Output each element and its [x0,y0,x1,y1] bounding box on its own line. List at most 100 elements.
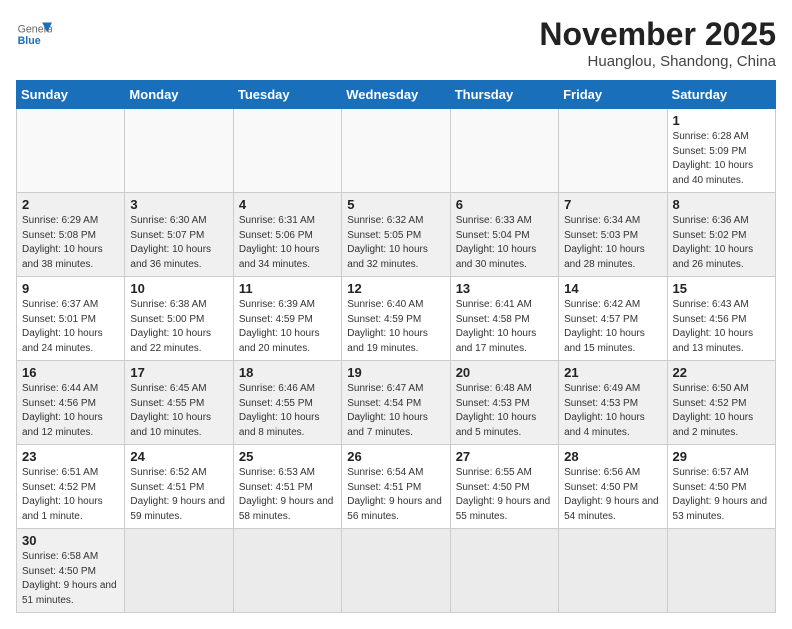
calendar-cell: 16 Sunrise: 6:44 AMSunset: 4:56 PMDayligh… [17,361,125,445]
day-number: 4 [239,197,336,212]
weekday-header-friday: Friday [559,81,667,109]
day-number: 17 [130,365,227,380]
day-number: 18 [239,365,336,380]
calendar-cell [342,109,450,193]
calendar-cell: 19 Sunrise: 6:47 AMSunset: 4:54 PMDayligh… [342,361,450,445]
calendar-cell [233,529,341,613]
day-info: Sunrise: 6:37 AMSunset: 5:01 PMDaylight:… [22,298,119,356]
day-number: 7 [564,197,661,212]
calendar-cell [559,109,667,193]
day-info: Sunrise: 6:57 AMSunset: 4:50 PMDaylight:… [673,466,770,524]
day-info: Sunrise: 6:50 AMSunset: 4:52 PMDaylight:… [673,382,770,440]
day-number: 16 [22,365,119,380]
day-number: 22 [673,365,770,380]
day-number: 11 [239,281,336,296]
calendar-cell: 1 Sunrise: 6:28 AMSunset: 5:09 PMDaylight… [667,109,775,193]
week-row-2: 2 Sunrise: 6:29 AMSunset: 5:08 PMDaylight… [17,193,776,277]
calendar-cell [233,109,341,193]
weekday-header-sunday: Sunday [17,81,125,109]
day-info: Sunrise: 6:54 AMSunset: 4:51 PMDaylight:… [347,466,444,524]
day-info: Sunrise: 6:47 AMSunset: 4:54 PMDaylight:… [347,382,444,440]
calendar-cell [17,109,125,193]
day-info: Sunrise: 6:39 AMSunset: 4:59 PMDaylight:… [239,298,336,356]
calendar-cell: 4 Sunrise: 6:31 AMSunset: 5:06 PMDaylight… [233,193,341,277]
week-row-3: 9 Sunrise: 6:37 AMSunset: 5:01 PMDaylight… [17,277,776,361]
calendar-cell: 18Sunrise: 6:46 AMSunset: 4:55 PMDayligh… [233,361,341,445]
title-block: November 2025 Huanglou, Shandong, China [539,16,776,70]
day-number: 6 [456,197,553,212]
day-number: 20 [456,365,553,380]
calendar-cell: 13Sunrise: 6:41 AMSunset: 4:58 PMDayligh… [450,277,558,361]
calendar-cell: 24 Sunrise: 6:52 AMSunset: 4:51 PMDayligh… [125,445,233,529]
day-info: Sunrise: 6:32 AMSunset: 5:05 PMDaylight:… [347,214,444,272]
calendar-cell: 8Sunrise: 6:36 AMSunset: 5:02 PMDaylight… [667,193,775,277]
day-number: 12 [347,281,444,296]
day-number: 2 [22,197,119,212]
day-info: Sunrise: 6:38 AMSunset: 5:00 PMDaylight:… [130,298,227,356]
calendar-cell: 5 Sunrise: 6:32 AMSunset: 5:05 PMDaylight… [342,193,450,277]
day-info: Sunrise: 6:42 AMSunset: 4:57 PMDaylight:… [564,298,661,356]
weekday-header-saturday: Saturday [667,81,775,109]
day-number: 30 [22,533,119,548]
calendar-cell: 14 Sunrise: 6:42 AMSunset: 4:57 PMDayligh… [559,277,667,361]
calendar-cell: 3 Sunrise: 6:30 AMSunset: 5:07 PMDaylight… [125,193,233,277]
calendar-cell: 25Sunrise: 6:53 AMSunset: 4:51 PMDayligh… [233,445,341,529]
calendar-cell: 9 Sunrise: 6:37 AMSunset: 5:01 PMDaylight… [17,277,125,361]
day-info: Sunrise: 6:28 AMSunset: 5:09 PMDaylight:… [673,130,770,188]
day-number: 27 [456,449,553,464]
day-number: 15 [673,281,770,296]
day-number: 23 [22,449,119,464]
day-info: Sunrise: 6:55 AMSunset: 4:50 PMDaylight:… [456,466,553,524]
calendar-cell: 6 Sunrise: 6:33 AMSunset: 5:04 PMDaylight… [450,193,558,277]
location-subtitle: Huanglou, Shandong, China [539,53,776,70]
day-number: 28 [564,449,661,464]
day-info: Sunrise: 6:30 AMSunset: 5:07 PMDaylight:… [130,214,227,272]
day-info: Sunrise: 6:44 AMSunset: 4:56 PMDaylight:… [22,382,119,440]
calendar-cell: 15Sunrise: 6:43 AMSunset: 4:56 PMDayligh… [667,277,775,361]
day-info: Sunrise: 6:49 AMSunset: 4:53 PMDaylight:… [564,382,661,440]
calendar-cell [125,529,233,613]
day-info: Sunrise: 6:58 AMSunset: 4:50 PMDaylight:… [22,550,119,608]
day-number: 5 [347,197,444,212]
calendar-cell [125,109,233,193]
weekday-header-wednesday: Wednesday [342,81,450,109]
calendar-cell: 27 Sunrise: 6:55 AMSunset: 4:50 PMDayligh… [450,445,558,529]
calendar-cell: 21 Sunrise: 6:49 AMSunset: 4:53 PMDayligh… [559,361,667,445]
day-number: 3 [130,197,227,212]
calendar-cell: 2 Sunrise: 6:29 AMSunset: 5:08 PMDaylight… [17,193,125,277]
calendar-cell [342,529,450,613]
weekday-header-monday: Monday [125,81,233,109]
day-number: 29 [673,449,770,464]
calendar-cell: 11 Sunrise: 6:39 AMSunset: 4:59 PMDayligh… [233,277,341,361]
day-number: 21 [564,365,661,380]
weekday-header-thursday: Thursday [450,81,558,109]
day-info: Sunrise: 6:52 AMSunset: 4:51 PMDaylight:… [130,466,227,524]
day-info: Sunrise: 6:48 AMSunset: 4:53 PMDaylight:… [456,382,553,440]
day-info: Sunrise: 6:56 AMSunset: 4:50 PMDaylight:… [564,466,661,524]
day-info: Sunrise: 6:34 AMSunset: 5:03 PMDaylight:… [564,214,661,272]
day-info: Sunrise: 6:53 AMSunset: 4:51 PMDaylight:… [239,466,336,524]
day-number: 19 [347,365,444,380]
day-info: Sunrise: 6:40 AMSunset: 4:59 PMDaylight:… [347,298,444,356]
day-info: Sunrise: 6:45 AMSunset: 4:55 PMDaylight:… [130,382,227,440]
week-row-1: 1 Sunrise: 6:28 AMSunset: 5:09 PMDaylight… [17,109,776,193]
day-info: Sunrise: 6:29 AMSunset: 5:08 PMDaylight:… [22,214,119,272]
day-info: Sunrise: 6:33 AMSunset: 5:04 PMDaylight:… [456,214,553,272]
calendar-cell: 10 Sunrise: 6:38 AMSunset: 5:00 PMDayligh… [125,277,233,361]
calendar-cell [559,529,667,613]
day-number: 14 [564,281,661,296]
day-number: 24 [130,449,227,464]
calendar-cell: 23Sunrise: 6:51 AMSunset: 4:52 PMDayligh… [17,445,125,529]
calendar-cell [667,529,775,613]
calendar-cell: 30 Sunrise: 6:58 AMSunset: 4:50 PMDayligh… [17,529,125,613]
day-number: 10 [130,281,227,296]
calendar-cell: 17 Sunrise: 6:45 AMSunset: 4:55 PMDayligh… [125,361,233,445]
weekday-header-row: SundayMondayTuesdayWednesdayThursdayFrid… [17,81,776,109]
day-info: Sunrise: 6:31 AMSunset: 5:06 PMDaylight:… [239,214,336,272]
week-row-6: 30 Sunrise: 6:58 AMSunset: 4:50 PMDayligh… [17,529,776,613]
day-number: 1 [673,113,770,128]
day-number: 13 [456,281,553,296]
logo: General Blue [16,16,52,52]
day-number: 9 [22,281,119,296]
calendar-cell [450,109,558,193]
